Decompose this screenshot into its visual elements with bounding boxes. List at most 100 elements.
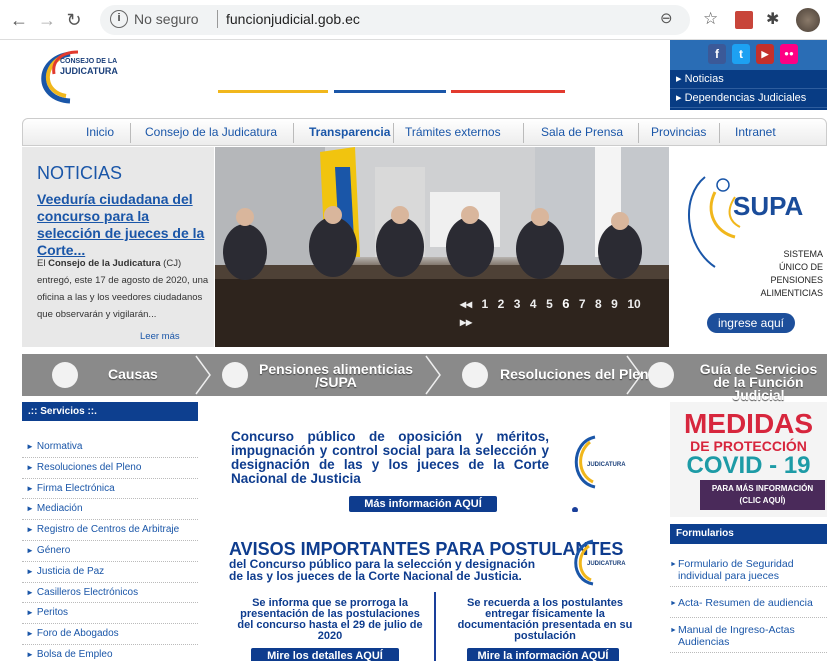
read-more-link[interactable]: Leer más xyxy=(140,331,180,342)
puzzle-extension-icon[interactable]: ✱ xyxy=(766,9,788,31)
forms-panel: Formularios ► Formulario de Seguridad ind… xyxy=(670,524,827,661)
guia-icon xyxy=(648,362,674,388)
nav-inicio[interactable]: Inicio xyxy=(86,125,114,139)
news-heading: NOTICIAS xyxy=(37,163,123,183)
cj-logo-icon: JUDICATURA xyxy=(574,539,626,586)
slide-10[interactable]: 10 xyxy=(627,297,640,311)
covid-info-button[interactable]: PARA MÁS INFORMACIÓN (CLIC AQUÍ) xyxy=(700,480,825,510)
col2-text: Se recuerda a los postulantes entregar f… xyxy=(457,597,633,642)
chevron-right-icon xyxy=(425,355,441,395)
address-bar[interactable]: i No seguro funcionjudicial.gob.ec ⊖ xyxy=(100,5,690,35)
quick-link-noticias[interactable]: ▸ Noticias xyxy=(670,70,827,89)
avisos-subtitle: del Concurso público para la selección y… xyxy=(229,557,536,583)
resoluciones-icon xyxy=(462,362,488,388)
profile-avatar[interactable] xyxy=(796,8,820,32)
service-mediacion[interactable]: ► Mediación xyxy=(22,499,198,521)
youtube-icon[interactable]: ▶ xyxy=(756,44,774,64)
slide-2[interactable]: 2 xyxy=(498,297,505,311)
logo-line1: CONSEJO DE LA xyxy=(60,58,118,65)
pdf-extension-icon[interactable] xyxy=(735,11,753,29)
guia-link[interactable]: Guía de Servicios de la Función Judicial xyxy=(690,362,827,402)
supa-title: SUPA xyxy=(733,191,804,221)
supa-description: SISTEMA ÚNICO DE PENSIONES ALIMENTICIAS xyxy=(760,249,823,298)
quick-links: ▸ Noticias ▸ Dependencias Judiciales xyxy=(670,70,827,110)
logo-line2: JUDICATURA xyxy=(60,66,118,76)
slide-5[interactable]: 5 xyxy=(546,297,553,311)
divider xyxy=(217,10,218,28)
next-slide-icon[interactable]: ▸▸ xyxy=(460,315,472,329)
slide-9[interactable]: 9 xyxy=(611,297,618,311)
info-icon[interactable]: i xyxy=(110,10,128,28)
slide-6-active[interactable]: 6 xyxy=(562,296,569,311)
zoom-icon[interactable]: ⊖ xyxy=(660,9,673,27)
nav-tramites[interactable]: Trámites externos xyxy=(405,125,501,139)
service-firma[interactable]: ► Firma Electrónica xyxy=(22,479,198,500)
col1-details-button[interactable]: Mire los detalles AQUÍ xyxy=(251,648,399,661)
nav-transparencia[interactable]: Transparencia xyxy=(309,125,390,139)
col1-text: Se informa que se prorroga la presentaci… xyxy=(237,597,423,642)
services-bar: Causas Pensiones alimenticias/SUPA Resol… xyxy=(22,354,827,402)
slide-3[interactable]: 3 xyxy=(514,297,521,311)
flickr-icon[interactable]: ●● xyxy=(780,44,798,64)
star-icon[interactable]: ☆ xyxy=(703,9,725,31)
mas-info-button[interactable]: Más información AQUÍ xyxy=(349,496,497,512)
twitter-icon[interactable]: t xyxy=(732,44,750,64)
service-foro[interactable]: ► Foro de Abogados xyxy=(22,624,198,645)
services-menu: .:: Servicios ::. ► Normativa ► Resolucion… xyxy=(22,402,198,661)
causas-icon xyxy=(52,362,78,388)
service-resoluciones[interactable]: ► Resoluciones del Pleno xyxy=(22,458,198,479)
forward-icon[interactable]: → xyxy=(36,9,58,31)
announcements: Concurso público de oposición y méritos,… xyxy=(215,402,661,661)
cj-logo-icon: JUDICATURA xyxy=(572,435,626,512)
chevron-right-icon xyxy=(195,355,211,395)
news-title-link[interactable]: Veeduría ciudadana del concurso para la … xyxy=(37,191,209,259)
concurso-text: Concurso público de oposición y méritos,… xyxy=(231,429,549,486)
service-normativa[interactable]: ► Normativa xyxy=(22,437,198,458)
pensiones-icon xyxy=(222,362,248,388)
prev-slide-icon[interactable]: ◂◂ xyxy=(460,297,472,311)
slider-pager: ◂◂ 1 2 3 4 5 6 7 8 9 10 ▸▸ xyxy=(460,295,660,329)
service-empleo[interactable]: ► Bolsa de Empleo xyxy=(22,645,198,661)
svg-text:JUDICATURA: JUDICATURA xyxy=(587,561,626,567)
main-nav: Inicio Consejo de la Judicatura Transpar… xyxy=(22,118,827,146)
covid-banner[interactable]: MEDIDAS DE PROTECCIÓN COVID - 19 PARA MÁ… xyxy=(670,402,827,517)
url-text[interactable]: funcionjudicial.gob.ec xyxy=(226,11,360,27)
col2-info-button[interactable]: Mire la información AQUÍ xyxy=(467,648,619,661)
causas-link[interactable]: Causas xyxy=(108,367,158,381)
news-panel: NOTICIAS Veeduría ciudadana del concurso… xyxy=(22,147,214,347)
quick-link-dependencias[interactable]: ▸ Dependencias Judiciales xyxy=(670,89,827,108)
slide-8[interactable]: 8 xyxy=(595,297,602,311)
back-icon[interactable]: ← xyxy=(8,9,30,31)
forms-header: Formularios xyxy=(670,524,827,544)
nav-intranet[interactable]: Intranet xyxy=(735,125,776,139)
security-label: No seguro xyxy=(134,11,199,27)
supa-banner[interactable]: SUPA SISTEMA ÚNICO DE PENSIONES ALIMENTICIA… xyxy=(675,157,827,342)
facebook-icon[interactable]: f xyxy=(708,44,726,64)
social-links: f t ▶ ●● xyxy=(670,40,827,70)
covid-line3: COVID - 19 xyxy=(686,452,811,479)
services-header: .:: Servicios ::. xyxy=(22,402,198,421)
nav-sala-prensa[interactable]: Sala de Prensa xyxy=(541,125,623,139)
pensiones-link[interactable]: Pensiones alimenticias/SUPA xyxy=(259,362,413,389)
form-acta-link[interactable]: ► Acta- Resumen de audiencia xyxy=(670,587,827,618)
covid-line1: MEDIDAS xyxy=(683,408,814,439)
slide-4[interactable]: 4 xyxy=(530,297,537,311)
reload-icon[interactable]: ↻ xyxy=(63,9,85,31)
form-manual-link[interactable]: ► Manual de Ingreso-Actas Audiencias xyxy=(670,618,827,653)
service-justicia-paz[interactable]: ► Justicia de Paz xyxy=(22,562,198,583)
service-genero[interactable]: ► Género xyxy=(22,541,198,562)
supa-enter-button[interactable]: ingrese aquí xyxy=(707,313,795,333)
slide-7[interactable]: 7 xyxy=(579,297,586,311)
column-divider xyxy=(434,592,436,661)
chevron-right-icon xyxy=(626,355,642,395)
news-body: El Consejo de la Judicatura (CJ) entregó… xyxy=(37,258,209,320)
nav-consejo[interactable]: Consejo de la Judicatura xyxy=(145,125,277,139)
form-seguridad-link[interactable]: ► Formulario de Seguridad individual para… xyxy=(670,552,827,587)
service-peritos[interactable]: ► Peritos xyxy=(22,603,198,625)
slide-1[interactable]: 1 xyxy=(482,297,489,311)
nav-provincias[interactable]: Provincias xyxy=(651,125,706,139)
site-logo[interactable]: CONSEJO DE LA JUDICATURA xyxy=(30,44,170,104)
service-arbitraje[interactable]: ► Registro de Centros de Arbitraje xyxy=(22,520,198,541)
svg-text:JUDICATURA: JUDICATURA xyxy=(587,462,626,468)
service-casilleros[interactable]: ► Casilleros Electrónicos xyxy=(22,583,198,604)
